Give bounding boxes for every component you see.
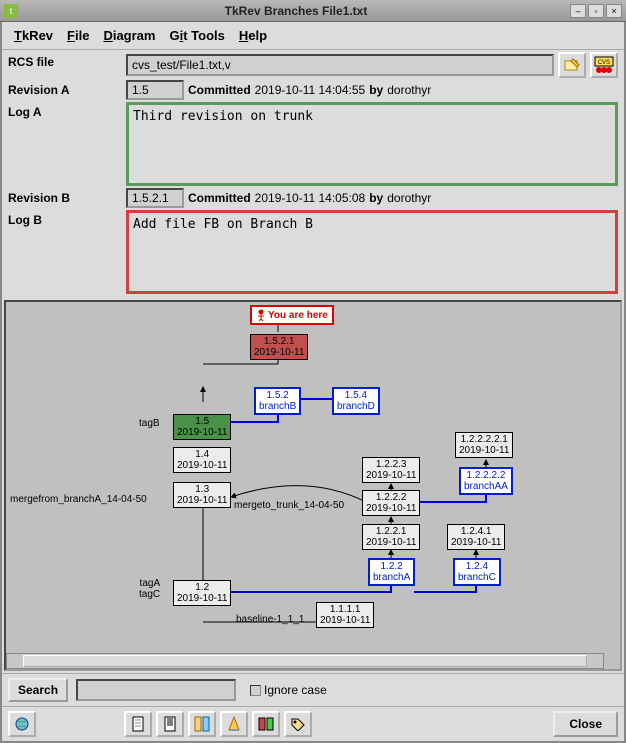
ignore-case-checkbox[interactable] xyxy=(250,685,261,696)
close-window-button[interactable]: × xyxy=(606,4,622,18)
revA-label: Revision A xyxy=(8,80,126,100)
search-input[interactable] xyxy=(76,679,236,701)
window-title: TkRev Branches File1.txt xyxy=(24,4,568,18)
logB-label: Log B xyxy=(8,210,126,294)
revA-user: dorothyr xyxy=(387,83,431,97)
node-1-2-2-2[interactable]: 1.2.2.22019-10-11 xyxy=(362,490,420,516)
logA-label: Log A xyxy=(8,102,126,186)
menu-app[interactable]: TkRev xyxy=(8,26,59,45)
diagram-scrollbar[interactable] xyxy=(6,653,604,669)
revB-committed-lbl: Committed xyxy=(188,191,251,205)
node-1-5[interactable]: 1.52019-10-11 xyxy=(173,414,231,440)
ignore-case-label: Ignore case xyxy=(264,683,327,697)
branch-diagram[interactable]: You are here 1.5.2.12019-10-11 1.5.2bran… xyxy=(4,300,622,671)
node-1-2-2-branchA[interactable]: 1.2.2branchA xyxy=(368,558,415,586)
tag-mergeto: mergeto_trunk_14-04-50 xyxy=(234,500,344,511)
connection-lines xyxy=(6,302,620,669)
svg-text:CVS: CVS xyxy=(598,60,610,66)
node-1-2-2-1[interactable]: 1.2.2.12019-10-11 xyxy=(362,524,420,550)
node-1-3[interactable]: 1.32019-10-11 xyxy=(173,482,231,508)
edit-file-icon[interactable] xyxy=(558,52,586,78)
node-1-2-4-1[interactable]: 1.2.4.12019-10-11 xyxy=(447,524,505,550)
maximize-button[interactable]: ▫ xyxy=(588,4,604,18)
tag-tagA-tagC: tagAtagC xyxy=(139,578,160,600)
node-1-2-2-3[interactable]: 1.2.2.32019-10-11 xyxy=(362,457,420,483)
revA-value[interactable]: 1.5 xyxy=(126,80,184,100)
titlebar: t TkRev Branches File1.txt – ▫ × xyxy=(0,0,626,22)
you-are-here: You are here xyxy=(250,305,334,325)
tool-doc1-icon[interactable] xyxy=(124,711,152,737)
tool-annotate-icon[interactable] xyxy=(220,711,248,737)
toolbar: Close xyxy=(2,706,624,741)
menu-help[interactable]: Help xyxy=(233,26,273,45)
logA-text[interactable] xyxy=(126,102,618,186)
node-1-2-2-2-2-1[interactable]: 1.2.2.2.2.12019-10-11 xyxy=(455,432,513,458)
revB-value[interactable]: 1.5.2.1 xyxy=(126,188,184,208)
node-1-4[interactable]: 1.42019-10-11 xyxy=(173,447,231,473)
rcs-label: RCS file xyxy=(8,52,126,78)
menu-file[interactable]: File xyxy=(61,26,95,45)
menu-diagram[interactable]: Diagram xyxy=(97,26,161,45)
revB-date: 2019-10-11 14:05:08 xyxy=(255,191,366,205)
logB-text[interactable] xyxy=(126,210,618,294)
searchbar: Search Ignore case xyxy=(2,673,624,706)
revB-user: dorothyr xyxy=(387,191,431,205)
node-1-1-1-1[interactable]: 1.1.1.12019-10-11 xyxy=(316,602,374,628)
tool-tag-icon[interactable] xyxy=(284,711,312,737)
node-1-2-2-2-2-branchAA[interactable]: 1.2.2.2.2branchAA xyxy=(459,467,513,495)
revA-by-lbl: by xyxy=(369,83,383,97)
node-1-5-2-1[interactable]: 1.5.2.12019-10-11 xyxy=(250,334,308,360)
minimize-button[interactable]: – xyxy=(570,4,586,18)
node-1-2[interactable]: 1.22019-10-11 xyxy=(173,580,231,606)
rcs-file-input[interactable] xyxy=(126,54,554,76)
node-1-5-2-branchB[interactable]: 1.5.2branchB xyxy=(254,387,301,415)
tag-tagB: tagB xyxy=(139,418,160,429)
tag-baseline: baseline-1_1_1 xyxy=(236,614,304,625)
node-1-2-4-branchC[interactable]: 1.2.4branchC xyxy=(453,558,501,586)
app-icon: t xyxy=(4,4,18,18)
tool-split-icon[interactable] xyxy=(252,711,280,737)
revB-by-lbl: by xyxy=(369,191,383,205)
menubar: TkRev File Diagram Git Tools Help xyxy=(2,22,624,50)
search-button[interactable]: Search xyxy=(8,678,68,702)
tag-mergefrom: mergefrom_branchA_14-04-50 xyxy=(10,494,147,505)
revA-committed-lbl: Committed xyxy=(188,83,251,97)
revB-label: Revision B xyxy=(8,188,126,208)
window-body: TkRev File Diagram Git Tools Help RCS fi… xyxy=(0,22,626,743)
tool-diff-icon[interactable] xyxy=(188,711,216,737)
menu-gittools[interactable]: Git Tools xyxy=(163,26,230,45)
node-1-5-4-branchD[interactable]: 1.5.4branchD xyxy=(332,387,380,415)
revA-date: 2019-10-11 14:04:55 xyxy=(255,83,366,97)
tool-globe-icon[interactable] xyxy=(8,711,36,737)
info-panel: RCS file CVS Revision A 1.5 Committed 20… xyxy=(2,50,624,298)
cvs-icon[interactable]: CVS xyxy=(590,52,618,78)
tool-doc2-icon[interactable] xyxy=(156,711,184,737)
close-button[interactable]: Close xyxy=(553,711,618,737)
